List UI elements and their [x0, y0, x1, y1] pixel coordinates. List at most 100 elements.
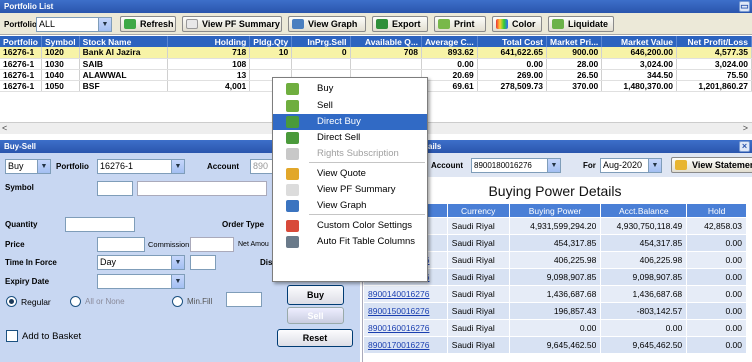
period-select[interactable]: Aug-2020 ▼ — [600, 158, 662, 173]
bp-column-header[interactable]: Acct.Balance — [600, 203, 688, 218]
add-to-basket-checkbox[interactable] — [6, 330, 18, 342]
menu-item-direct-sell[interactable]: Direct Sell — [273, 130, 427, 146]
table-cell: 344.50 — [601, 69, 677, 81]
close-icon[interactable]: × — [739, 141, 750, 152]
portfolio-select[interactable]: ALL ▼ — [36, 17, 112, 32]
table-cell: 0 — [291, 47, 351, 59]
column-header[interactable]: Symbol — [41, 36, 80, 47]
price-input[interactable] — [97, 237, 145, 252]
color-button[interactable]: Color — [492, 16, 542, 32]
buy-button[interactable]: Buy — [287, 285, 344, 305]
bp-cell: 42,858.03 — [686, 217, 747, 235]
pencil-icon — [286, 168, 299, 180]
column-header[interactable]: Net Profit/Loss — [676, 36, 752, 47]
regular-label: Regular — [21, 297, 51, 307]
menu-item-buy[interactable]: Buy — [273, 81, 427, 97]
bp-column-header[interactable]: Hold — [686, 203, 747, 218]
bp-account-link[interactable]: 8900160016276 — [363, 319, 448, 337]
menu-item-sell[interactable]: Sell — [273, 98, 427, 114]
expiry-date-select[interactable]: ▼ — [97, 274, 185, 289]
reset-button[interactable]: Reset — [277, 329, 353, 347]
scroll-right-icon[interactable]: > — [743, 123, 748, 133]
column-header[interactable]: Pldg.Qty — [249, 36, 293, 47]
bp-account-link[interactable]: 8900140016276 — [363, 285, 448, 303]
regular-radio[interactable] — [6, 296, 17, 307]
view-pf-summary-label: View PF Summary — [202, 19, 280, 29]
summary-icon — [186, 19, 198, 29]
tif-days-input[interactable] — [190, 255, 216, 270]
chevron-down-icon[interactable]: ▼ — [171, 160, 184, 173]
liquidate-button[interactable]: Liquidate — [548, 16, 614, 32]
bp-account-link[interactable]: 8900150016276 — [363, 302, 448, 320]
bp-cell: Saudi Riyal — [446, 302, 510, 320]
portfolio-row[interactable]: 16276-1 1020 Bank Al Jazira 718 10 0 708 893.62… — [0, 47, 752, 59]
bp-cell: 0.00 — [686, 268, 747, 286]
bp-column-header[interactable]: Buying Power — [508, 203, 602, 218]
column-header[interactable]: Portfolio — [0, 36, 42, 47]
menu-item-label: View PF Summary — [317, 184, 396, 195]
bp-row[interactable]: 8900170016276 Saudi Riyal 9,645,462.50 9,64… — [363, 336, 747, 354]
chevron-down-icon[interactable]: ▼ — [547, 159, 560, 172]
column-header[interactable]: Market Pri... — [546, 36, 603, 47]
menu-item-label: Direct Buy — [317, 116, 361, 127]
portfolio-row[interactable]: 16276-1 1030 SAIB 108 0.00 0.00 28.00 3,024.00 3… — [0, 58, 752, 70]
portfolio-list-titlebar: Portfolio List ▭ — [0, 0, 752, 13]
min-fill-input[interactable] — [226, 292, 262, 307]
column-header[interactable]: Stock Name — [79, 36, 169, 47]
scroll-left-icon[interactable]: < — [2, 123, 7, 133]
buy-sell-portfolio-select[interactable]: 16276-1 ▼ — [97, 159, 185, 174]
export-button[interactable]: Export — [372, 16, 428, 32]
bp-account-link[interactable]: 8900170016276 — [363, 336, 448, 354]
table-cell: 13 — [167, 69, 251, 81]
expiry-date-label: Expiry Date — [5, 277, 50, 286]
view-graph-button[interactable]: View Graph — [288, 16, 366, 32]
menu-item-view-graph[interactable]: View Graph — [273, 198, 427, 214]
chevron-down-icon[interactable]: ▼ — [98, 18, 111, 31]
quantity-input[interactable] — [65, 217, 135, 232]
column-header[interactable]: Available Q... — [350, 36, 422, 47]
bp-account-value: 8900180016276 — [474, 161, 532, 170]
bp-row[interactable]: 8900150016276 Saudi Riyal 196,857.43 -803,1… — [363, 302, 747, 320]
chevron-down-icon[interactable]: ▼ — [171, 256, 184, 269]
bp-row[interactable]: 8900140016276 Saudi Riyal 1,436,687.68 1,43… — [363, 285, 747, 303]
menu-item-view-pf-summary[interactable]: View PF Summary — [273, 182, 427, 198]
column-header[interactable]: InPrg.Sell — [291, 36, 351, 47]
table-cell: 1040 — [41, 69, 80, 81]
column-header[interactable]: Market Value — [601, 36, 677, 47]
view-statement-button[interactable]: View Statement — [671, 157, 752, 173]
view-pf-summary-button[interactable]: View PF Summary — [182, 16, 282, 32]
bp-account-label: Account — [431, 161, 463, 170]
table-cell: Bank Al Jazira — [79, 47, 169, 59]
chevron-down-icon[interactable]: ▼ — [37, 160, 50, 173]
print-button[interactable]: Print — [434, 16, 486, 32]
bp-cell: 1,436,687.68 — [600, 285, 688, 303]
maximize-icon[interactable]: ▭ — [739, 1, 750, 12]
table-cell: 646,200.00 — [601, 47, 677, 59]
bp-column-header[interactable]: Currency — [446, 203, 510, 218]
refresh-button[interactable]: Refresh — [120, 16, 176, 32]
account-select[interactable]: 890 — [250, 159, 274, 174]
column-header[interactable]: Total Cost — [477, 36, 548, 47]
menu-item-custom-color-settings[interactable]: Custom Color Settings — [273, 218, 427, 234]
symbol-input[interactable] — [97, 181, 133, 196]
menu-item-direct-buy[interactable]: Direct Buy — [273, 114, 427, 130]
time-in-force-select[interactable]: Day ▼ — [97, 255, 185, 270]
sell-button[interactable]: Sell — [287, 307, 344, 324]
graph-icon — [286, 200, 299, 212]
menu-item-auto-fit-table-columns[interactable]: Auto Fit Table Columns — [273, 234, 427, 250]
side-select[interactable]: Buy ▼ — [5, 159, 51, 174]
menu-item-label: View Graph — [317, 200, 367, 211]
buy-sell-title: Buy-Sell — [4, 142, 37, 151]
chevron-down-icon[interactable]: ▼ — [648, 159, 661, 172]
column-header[interactable]: Average C... — [421, 36, 478, 47]
bp-account-select[interactable]: 8900180016276 ▼ — [471, 158, 561, 173]
menu-item-view-quote[interactable]: View Quote — [273, 166, 427, 182]
chevron-down-icon[interactable]: ▼ — [171, 275, 184, 288]
menu-separator — [309, 214, 425, 215]
table-cell: 16276-1 — [0, 69, 42, 81]
bp-cell: 454,317.85 — [508, 234, 602, 252]
all-or-none-radio[interactable] — [70, 296, 81, 307]
column-header[interactable]: Holding — [167, 36, 251, 47]
bp-row[interactable]: 8900160016276 Saudi Riyal 0.00 0.00 0.00 — [363, 319, 747, 337]
min-fill-radio[interactable] — [172, 296, 183, 307]
